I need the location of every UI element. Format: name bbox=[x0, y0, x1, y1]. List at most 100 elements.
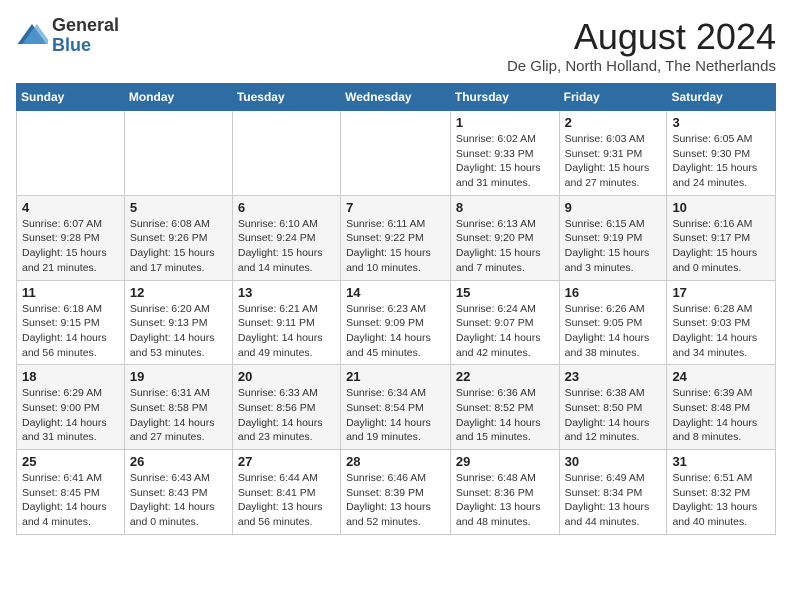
day-number: 7 bbox=[346, 200, 445, 215]
day-number: 17 bbox=[672, 285, 770, 300]
day-number: 28 bbox=[346, 454, 445, 469]
day-cell: 4 Sunrise: 6:07 AMSunset: 9:28 PMDaylight… bbox=[17, 195, 125, 280]
day-number: 10 bbox=[672, 200, 770, 215]
day-cell: 29Sunrise: 6:48 AMSunset: 8:36 PMDayligh… bbox=[450, 450, 559, 535]
col-header-friday: Friday bbox=[559, 84, 667, 111]
week-row-3: 11 Sunrise: 6:18 AMSunset: 9:15 PMDayligh… bbox=[17, 280, 776, 365]
day-number: 27 bbox=[238, 454, 335, 469]
logo-general: General bbox=[52, 16, 119, 36]
day-info: Sunrise: 6:51 AMSunset: 8:32 PMDaylight:… bbox=[672, 471, 770, 530]
day-info: Sunrise: 6:28 AMSunset: 9:03 PMDaylight:… bbox=[672, 302, 770, 361]
logo-text: General Blue bbox=[52, 16, 119, 56]
day-cell: 23 Sunrise: 6:38 AMSunset: 8:50 PMDayligh… bbox=[559, 365, 667, 450]
day-cell: 24Sunrise: 6:39 AMSunset: 8:48 PMDayligh… bbox=[667, 365, 776, 450]
logo-blue: Blue bbox=[52, 36, 119, 56]
calendar-header: SundayMondayTuesdayWednesdayThursdayFrid… bbox=[17, 84, 776, 111]
week-row-1: 1Sunrise: 6:02 AMSunset: 9:33 PMDaylight… bbox=[17, 111, 776, 196]
day-info: Sunrise: 6:34 AMSunset: 8:54 PMDaylight:… bbox=[346, 386, 445, 445]
week-row-5: 25 Sunrise: 6:41 AMSunset: 8:45 PMDayligh… bbox=[17, 450, 776, 535]
day-cell: 3 Sunrise: 6:05 AMSunset: 9:30 PMDaylight… bbox=[667, 111, 776, 196]
day-number: 25 bbox=[22, 454, 119, 469]
day-number: 6 bbox=[238, 200, 335, 215]
calendar-table: SundayMondayTuesdayWednesdayThursdayFrid… bbox=[16, 83, 776, 535]
day-cell: 18Sunrise: 6:29 AMSunset: 9:00 PMDayligh… bbox=[17, 365, 125, 450]
col-header-saturday: Saturday bbox=[667, 84, 776, 111]
day-cell: 5 Sunrise: 6:08 AMSunset: 9:26 PMDaylight… bbox=[124, 195, 232, 280]
day-number: 9 bbox=[565, 200, 662, 215]
day-number: 31 bbox=[672, 454, 770, 469]
day-number: 3 bbox=[672, 115, 770, 130]
day-cell: 19Sunrise: 6:31 AMSunset: 8:58 PMDayligh… bbox=[124, 365, 232, 450]
day-cell: 22 Sunrise: 6:36 AMSunset: 8:52 PMDayligh… bbox=[450, 365, 559, 450]
day-info: Sunrise: 6:36 AMSunset: 8:52 PMDaylight:… bbox=[456, 386, 554, 445]
day-cell: 9 Sunrise: 6:15 AMSunset: 9:19 PMDaylight… bbox=[559, 195, 667, 280]
day-cell: 28 Sunrise: 6:46 AMSunset: 8:39 PMDayligh… bbox=[341, 450, 451, 535]
day-cell bbox=[232, 111, 340, 196]
day-cell bbox=[124, 111, 232, 196]
day-info: Sunrise: 6:23 AMSunset: 9:09 PMDaylight:… bbox=[346, 302, 445, 361]
month-year: August 2024 bbox=[507, 16, 776, 58]
day-number: 2 bbox=[565, 115, 662, 130]
day-info: Sunrise: 6:46 AMSunset: 8:39 PMDaylight:… bbox=[346, 471, 445, 530]
logo-icon bbox=[16, 20, 48, 52]
day-info: Sunrise: 6:49 AMSunset: 8:34 PMDaylight:… bbox=[565, 471, 662, 530]
day-cell: 17 Sunrise: 6:28 AMSunset: 9:03 PMDayligh… bbox=[667, 280, 776, 365]
day-cell: 1Sunrise: 6:02 AMSunset: 9:33 PMDaylight… bbox=[450, 111, 559, 196]
day-number: 14 bbox=[346, 285, 445, 300]
day-number: 13 bbox=[238, 285, 335, 300]
col-header-tuesday: Tuesday bbox=[232, 84, 340, 111]
day-info: Sunrise: 6:15 AMSunset: 9:19 PMDaylight:… bbox=[565, 217, 662, 276]
day-number: 4 bbox=[22, 200, 119, 215]
day-number: 23 bbox=[565, 369, 662, 384]
location: De Glip, North Holland, The Netherlands bbox=[507, 58, 776, 75]
day-info: Sunrise: 6:10 AMSunset: 9:24 PMDaylight:… bbox=[238, 217, 335, 276]
day-info: Sunrise: 6:29 AMSunset: 9:00 PMDaylight:… bbox=[22, 386, 119, 445]
col-header-sunday: Sunday bbox=[17, 84, 125, 111]
day-number: 12 bbox=[130, 285, 227, 300]
day-cell: 12 Sunrise: 6:20 AMSunset: 9:13 PMDayligh… bbox=[124, 280, 232, 365]
day-cell: 30 Sunrise: 6:49 AMSunset: 8:34 PMDayligh… bbox=[559, 450, 667, 535]
day-info: Sunrise: 6:05 AMSunset: 9:30 PMDaylight:… bbox=[672, 132, 770, 191]
day-number: 24 bbox=[672, 369, 770, 384]
day-cell: 6 Sunrise: 6:10 AMSunset: 9:24 PMDaylight… bbox=[232, 195, 340, 280]
day-info: Sunrise: 6:41 AMSunset: 8:45 PMDaylight:… bbox=[22, 471, 119, 530]
day-number: 1 bbox=[456, 115, 554, 130]
day-info: Sunrise: 6:07 AMSunset: 9:28 PMDaylight:… bbox=[22, 217, 119, 276]
day-cell: 16Sunrise: 6:26 AMSunset: 9:05 PMDayligh… bbox=[559, 280, 667, 365]
day-number: 29 bbox=[456, 454, 554, 469]
day-cell: 8Sunrise: 6:13 AMSunset: 9:20 PMDaylight… bbox=[450, 195, 559, 280]
day-number: 30 bbox=[565, 454, 662, 469]
day-number: 5 bbox=[130, 200, 227, 215]
day-cell: 15 Sunrise: 6:24 AMSunset: 9:07 PMDayligh… bbox=[450, 280, 559, 365]
day-info: Sunrise: 6:20 AMSunset: 9:13 PMDaylight:… bbox=[130, 302, 227, 361]
week-row-2: 4 Sunrise: 6:07 AMSunset: 9:28 PMDaylight… bbox=[17, 195, 776, 280]
day-number: 22 bbox=[456, 369, 554, 384]
day-cell bbox=[341, 111, 451, 196]
col-header-wednesday: Wednesday bbox=[341, 84, 451, 111]
day-info: Sunrise: 6:11 AMSunset: 9:22 PMDaylight:… bbox=[346, 217, 445, 276]
day-number: 21 bbox=[346, 369, 445, 384]
col-header-thursday: Thursday bbox=[450, 84, 559, 111]
day-info: Sunrise: 6:18 AMSunset: 9:15 PMDaylight:… bbox=[22, 302, 119, 361]
day-cell: 10 Sunrise: 6:16 AMSunset: 9:17 PMDayligh… bbox=[667, 195, 776, 280]
day-number: 15 bbox=[456, 285, 554, 300]
day-info: Sunrise: 6:16 AMSunset: 9:17 PMDaylight:… bbox=[672, 217, 770, 276]
day-info: Sunrise: 6:21 AMSunset: 9:11 PMDaylight:… bbox=[238, 302, 335, 361]
calendar-body: 1Sunrise: 6:02 AMSunset: 9:33 PMDaylight… bbox=[17, 111, 776, 535]
day-cell: 20Sunrise: 6:33 AMSunset: 8:56 PMDayligh… bbox=[232, 365, 340, 450]
days-of-week-row: SundayMondayTuesdayWednesdayThursdayFrid… bbox=[17, 84, 776, 111]
day-cell: 11 Sunrise: 6:18 AMSunset: 9:15 PMDayligh… bbox=[17, 280, 125, 365]
title-block: August 2024 De Glip, North Holland, The … bbox=[507, 16, 776, 75]
col-header-monday: Monday bbox=[124, 84, 232, 111]
day-number: 11 bbox=[22, 285, 119, 300]
day-info: Sunrise: 6:13 AMSunset: 9:20 PMDaylight:… bbox=[456, 217, 554, 276]
day-info: Sunrise: 6:24 AMSunset: 9:07 PMDaylight:… bbox=[456, 302, 554, 361]
day-cell: 31 Sunrise: 6:51 AMSunset: 8:32 PMDayligh… bbox=[667, 450, 776, 535]
week-row-4: 18Sunrise: 6:29 AMSunset: 9:00 PMDayligh… bbox=[17, 365, 776, 450]
day-number: 26 bbox=[130, 454, 227, 469]
day-cell: 25 Sunrise: 6:41 AMSunset: 8:45 PMDayligh… bbox=[17, 450, 125, 535]
day-info: Sunrise: 6:26 AMSunset: 9:05 PMDaylight:… bbox=[565, 302, 662, 361]
day-info: Sunrise: 6:38 AMSunset: 8:50 PMDaylight:… bbox=[565, 386, 662, 445]
day-info: Sunrise: 6:08 AMSunset: 9:26 PMDaylight:… bbox=[130, 217, 227, 276]
day-cell: 27Sunrise: 6:44 AMSunset: 8:41 PMDayligh… bbox=[232, 450, 340, 535]
